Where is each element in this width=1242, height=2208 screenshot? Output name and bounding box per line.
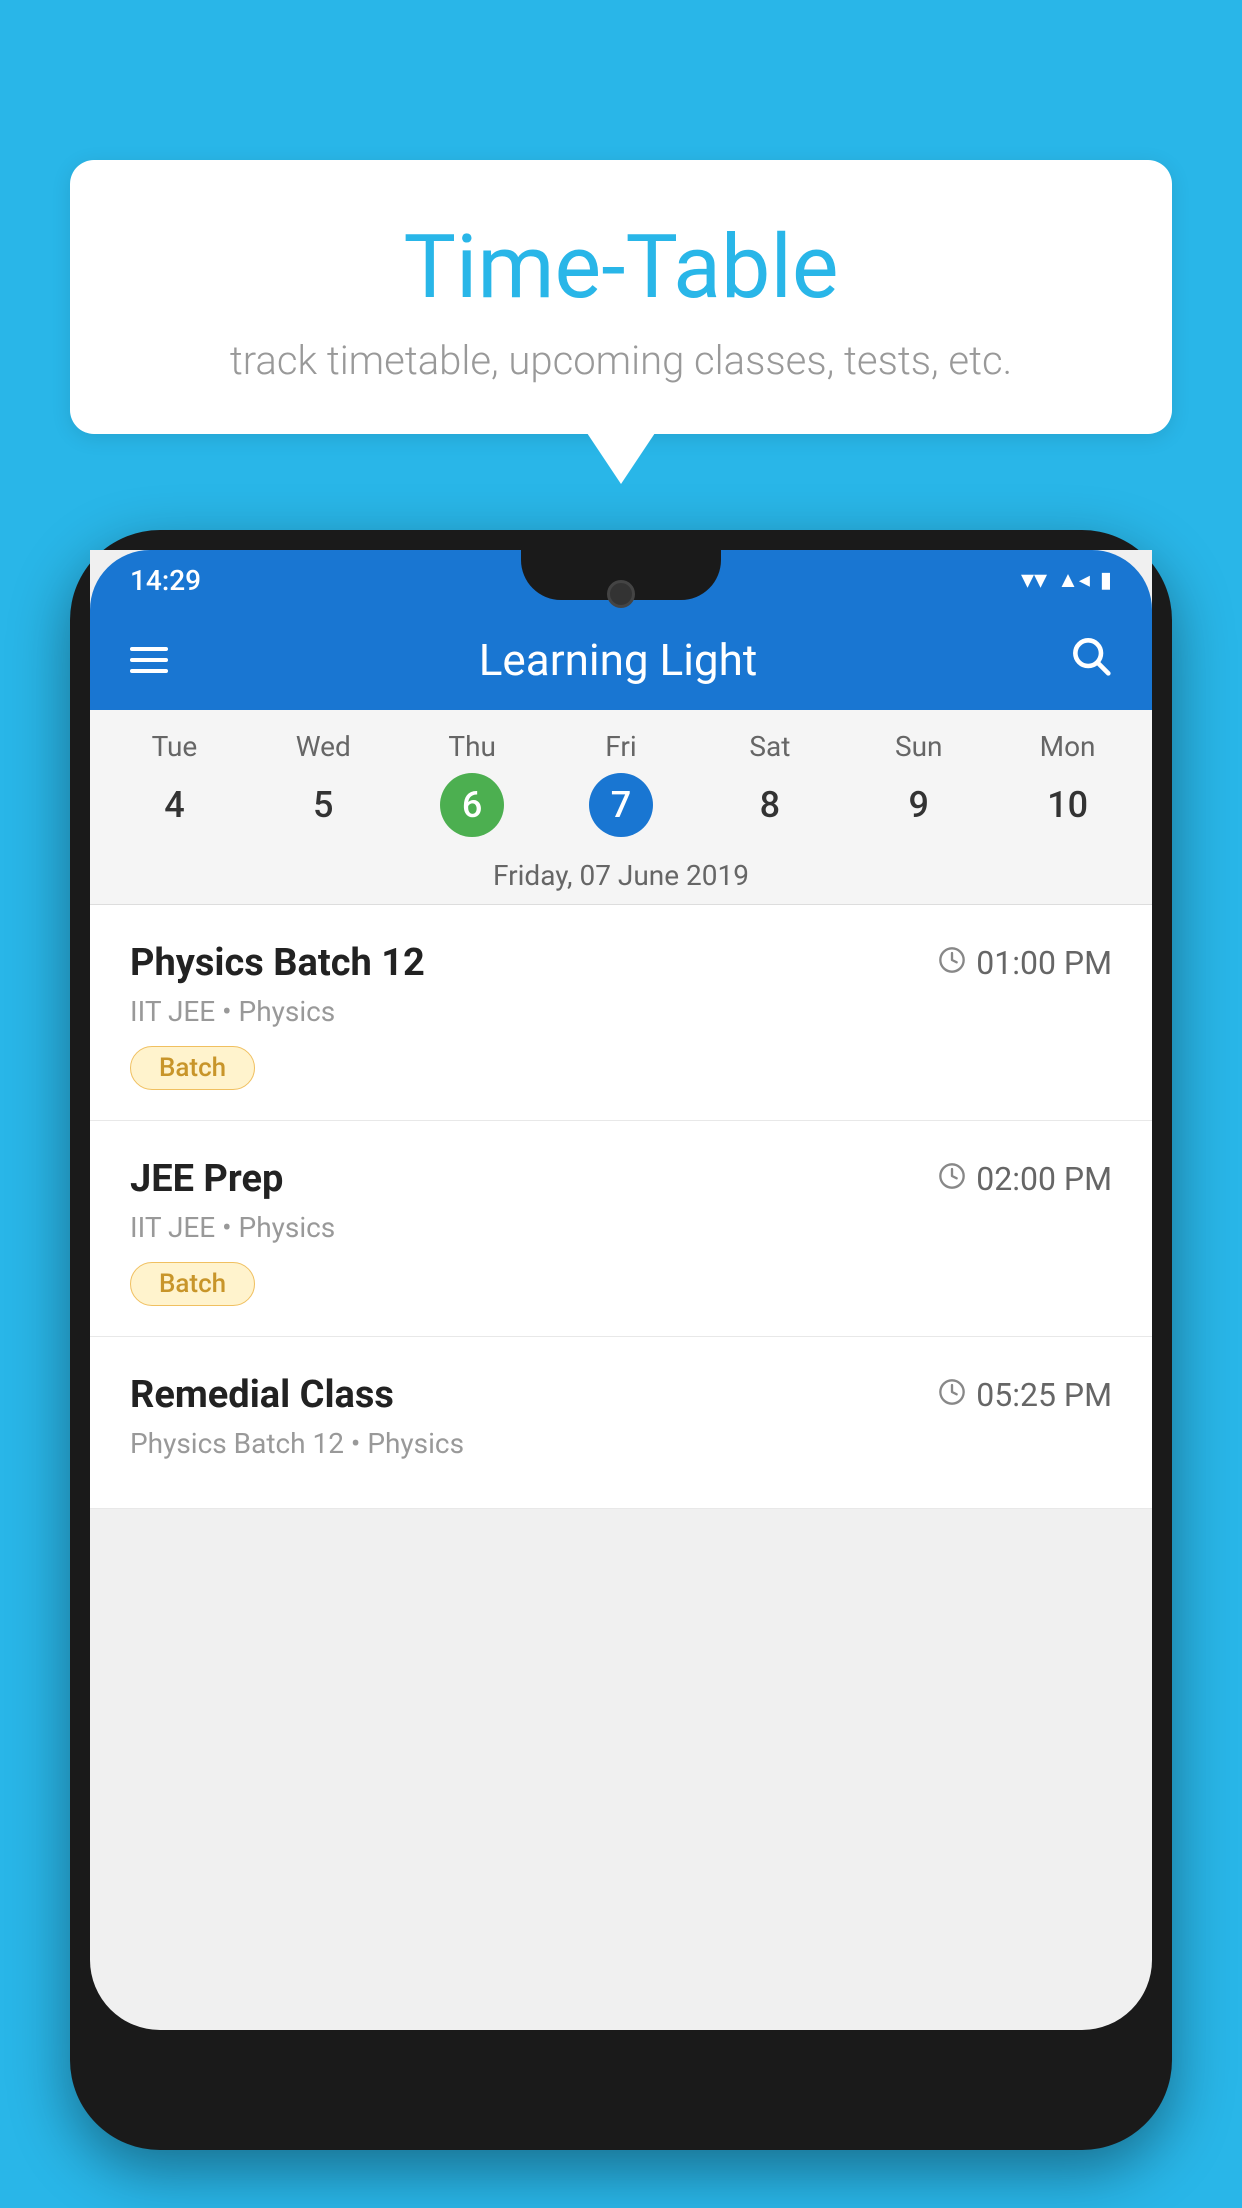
day-name: Sat <box>749 730 790 763</box>
day-name: Mon <box>1040 730 1096 763</box>
day-col-tue[interactable]: Tue 4 <box>100 730 249 837</box>
schedule-subtitle: IIT JEE • Physics <box>130 995 1112 1028</box>
schedule-item-header: Remedial Class 05:25 PM <box>130 1373 1112 1417</box>
speech-bubble: Time-Table track timetable, upcoming cla… <box>70 160 1172 434</box>
bubble-title: Time-Table <box>130 220 1112 317</box>
schedule-time: 05:25 PM <box>938 1376 1112 1414</box>
day-number[interactable]: 10 <box>1036 773 1100 837</box>
speech-bubble-container: Time-Table track timetable, upcoming cla… <box>70 160 1172 434</box>
schedule-title: Remedial Class <box>130 1373 394 1417</box>
batch-tag: Batch <box>130 1262 255 1306</box>
status-time: 14:29 <box>130 564 201 597</box>
clock-icon <box>938 1376 966 1414</box>
day-number[interactable]: 9 <box>887 773 951 837</box>
day-col-wed[interactable]: Wed 5 <box>249 730 398 837</box>
schedule-item[interactable]: Physics Batch 12 01:00 PM IIT JEE • Physic… <box>90 905 1152 1121</box>
phone-screen: 14:29 ▾▾ ▲◂ ▮ Learning Light <box>90 550 1152 2030</box>
schedule-time-text: 02:00 PM <box>976 1160 1112 1198</box>
schedule-time-text: 05:25 PM <box>976 1376 1112 1414</box>
signal-icon: ▲◂ <box>1057 567 1090 593</box>
schedule-item[interactable]: Remedial Class 05:25 PM Physics Batch 12 •… <box>90 1337 1152 1509</box>
bubble-subtitle: track timetable, upcoming classes, tests… <box>130 337 1112 384</box>
phone-frame: 14:29 ▾▾ ▲◂ ▮ Learning Light <box>70 530 1172 2150</box>
calendar-week-header: Tue 4 Wed 5 Thu 6 Fri 7 Sat 8 Sun 9 Mon 10 <box>90 710 1152 847</box>
day-number[interactable]: 5 <box>291 773 355 837</box>
schedule-item[interactable]: JEE Prep 02:00 PM IIT JEE • Physics Batch <box>90 1121 1152 1337</box>
schedule-subtitle: Physics Batch 12 • Physics <box>130 1427 1112 1460</box>
phone-camera <box>607 580 635 608</box>
schedule-time-text: 01:00 PM <box>976 944 1112 982</box>
schedule-subtitle: IIT JEE • Physics <box>130 1211 1112 1244</box>
schedule-time: 02:00 PM <box>938 1160 1112 1198</box>
status-icons: ▾▾ ▲◂ ▮ <box>1021 565 1112 595</box>
day-name: Fri <box>605 730 636 763</box>
battery-icon: ▮ <box>1100 568 1112 593</box>
day-number[interactable]: 8 <box>738 773 802 837</box>
search-button[interactable] <box>1068 633 1112 688</box>
clock-icon <box>938 1160 966 1198</box>
day-number[interactable]: 6 <box>440 773 504 837</box>
calendar-date-label: Friday, 07 June 2019 <box>90 847 1152 905</box>
clock-icon <box>938 944 966 982</box>
day-name: Thu <box>448 730 496 763</box>
day-number[interactable]: 7 <box>589 773 653 837</box>
schedule-item-header: Physics Batch 12 01:00 PM <box>130 941 1112 985</box>
app-header: Learning Light <box>90 610 1152 710</box>
hamburger-menu-button[interactable] <box>130 647 168 673</box>
schedule-list: Physics Batch 12 01:00 PM IIT JEE • Physic… <box>90 905 1152 1509</box>
day-name: Sun <box>895 730 943 763</box>
day-col-mon[interactable]: Mon 10 <box>993 730 1142 837</box>
day-name: Wed <box>296 730 351 763</box>
schedule-title: JEE Prep <box>130 1157 283 1201</box>
day-name: Tue <box>152 730 198 763</box>
day-number[interactable]: 4 <box>142 773 206 837</box>
phone-container: 14:29 ▾▾ ▲◂ ▮ Learning Light <box>70 530 1172 2208</box>
schedule-item-header: JEE Prep 02:00 PM <box>130 1157 1112 1201</box>
phone-notch <box>521 550 721 600</box>
app-title: Learning Light <box>479 634 758 686</box>
schedule-time: 01:00 PM <box>938 944 1112 982</box>
batch-tag: Batch <box>130 1046 255 1090</box>
schedule-title: Physics Batch 12 <box>130 941 425 985</box>
day-col-sun[interactable]: Sun 9 <box>844 730 993 837</box>
wifi-icon: ▾▾ <box>1021 565 1047 595</box>
day-col-thu[interactable]: Thu 6 <box>398 730 547 837</box>
day-col-sat[interactable]: Sat 8 <box>695 730 844 837</box>
day-col-fri[interactable]: Fri 7 <box>547 730 696 837</box>
